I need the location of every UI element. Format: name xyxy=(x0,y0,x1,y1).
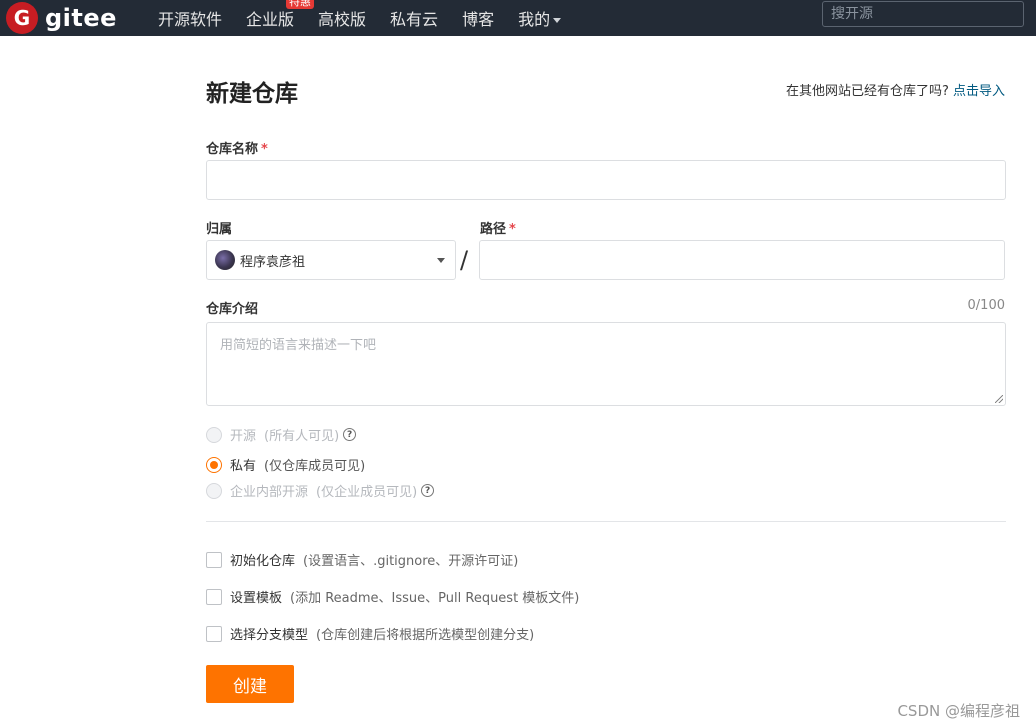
nav-mine[interactable]: 我的 xyxy=(518,6,562,30)
top-nav: G gitee 开源软件 企业版 特惠 高校版 私有云 博客 我的 搜开源 xyxy=(0,0,1036,36)
owner-value: 程序袁彦祖 xyxy=(240,254,306,270)
help-icon[interactable]: ? xyxy=(421,484,435,497)
chevron-down-icon xyxy=(437,258,445,263)
nav-private-cloud[interactable]: 私有云 xyxy=(390,6,438,30)
path-separator: / xyxy=(460,246,469,274)
visibility-enterprise-hint: (仅企业成员可见) xyxy=(316,485,418,500)
option-branch-model-label: 选择分支模型 xyxy=(230,628,309,643)
desc-textarea[interactable]: 用简短的语言来描述一下吧 xyxy=(206,322,1006,406)
avatar xyxy=(215,250,235,270)
section-divider xyxy=(206,521,1006,522)
visibility-public-hint: (所有人可见) xyxy=(264,429,340,444)
checkbox[interactable] xyxy=(206,588,222,605)
nav-enterprise-label: 企业版 xyxy=(246,10,295,29)
repo-name-label: 仓库名称 * xyxy=(206,138,268,157)
gitee-logo-text: gitee xyxy=(45,4,117,32)
required-mark: * xyxy=(509,222,516,237)
import-prompt-text: 在其他网站已经有仓库了吗? xyxy=(785,84,949,99)
nav-education[interactable]: 高校版 xyxy=(318,6,366,30)
required-mark: * xyxy=(261,142,268,157)
radio-button-selected[interactable] xyxy=(206,456,222,473)
desc-counter: 0/100 xyxy=(967,298,1005,313)
watermark: CSDN @编程彦祖 xyxy=(897,702,1020,720)
option-templates[interactable]: 设置模板 (添加 Readme、Issue、Pull Request 模板文件) xyxy=(206,587,579,606)
checkbox[interactable] xyxy=(206,625,222,642)
desc-label: 仓库介绍 xyxy=(206,302,259,317)
gitee-logo[interactable]: G gitee xyxy=(6,0,117,36)
option-templates-label: 设置模板 xyxy=(230,591,283,606)
radio-button[interactable] xyxy=(206,426,222,443)
import-link[interactable]: 点击导入 xyxy=(953,84,1005,99)
option-templates-hint: (添加 Readme、Issue、Pull Request 模板文件) xyxy=(290,591,580,606)
visibility-public-label: 开源 xyxy=(230,429,257,444)
promo-badge: 特惠 xyxy=(286,0,315,9)
path-label: 路径 * xyxy=(480,218,516,237)
visibility-public[interactable]: 开源 (所有人可见) ? xyxy=(206,425,357,444)
gitee-logo-icon: G xyxy=(6,2,38,34)
repo-name-input[interactable] xyxy=(206,160,1006,200)
visibility-private[interactable]: 私有 (仅仓库成员可见) xyxy=(206,455,365,474)
nav-enterprise[interactable]: 企业版 特惠 xyxy=(246,0,315,30)
checkbox[interactable] xyxy=(206,551,222,568)
nav-open-source[interactable]: 开源软件 xyxy=(158,6,222,30)
option-init-repo[interactable]: 初始化仓库 (设置语言、.gitignore、开源许可证) xyxy=(206,550,518,569)
visibility-private-hint: (仅仓库成员可见) xyxy=(264,459,366,474)
chevron-down-icon xyxy=(553,18,562,23)
visibility-enterprise[interactable]: 企业内部开源 (仅企业成员可见) ? xyxy=(206,481,435,500)
search-input[interactable]: 搜开源 xyxy=(822,1,1024,27)
option-init-repo-hint: (设置语言、.gitignore、开源许可证) xyxy=(303,554,519,569)
main-nav: 开源软件 企业版 特惠 高校版 私有云 博客 我的 xyxy=(158,0,585,36)
page-title: 新建仓库 xyxy=(206,81,298,107)
help-icon[interactable]: ? xyxy=(343,428,357,441)
nav-mine-label: 我的 xyxy=(518,10,551,29)
visibility-enterprise-label: 企业内部开源 xyxy=(230,485,309,500)
visibility-private-label: 私有 xyxy=(230,459,257,474)
nav-blog[interactable]: 博客 xyxy=(462,6,494,30)
radio-button[interactable] xyxy=(206,482,222,499)
desc-placeholder: 用简短的语言来描述一下吧 xyxy=(220,338,377,353)
resize-handle-icon[interactable] xyxy=(995,395,1003,403)
owner-label: 归属 xyxy=(206,222,233,237)
path-label-text: 路径 xyxy=(480,222,507,237)
repo-name-label-text: 仓库名称 xyxy=(206,142,259,157)
path-input[interactable] xyxy=(479,240,1005,280)
owner-select[interactable]: 程序袁彦祖 xyxy=(206,240,456,280)
create-button[interactable]: 创建 xyxy=(206,665,294,703)
option-branch-model[interactable]: 选择分支模型 (仓库创建后将根据所选模型创建分支) xyxy=(206,624,534,643)
option-init-repo-label: 初始化仓库 xyxy=(230,554,296,569)
import-prompt: 在其他网站已经有仓库了吗? 点击导入 xyxy=(786,80,1005,99)
option-branch-model-hint: (仓库创建后将根据所选模型创建分支) xyxy=(316,628,535,643)
